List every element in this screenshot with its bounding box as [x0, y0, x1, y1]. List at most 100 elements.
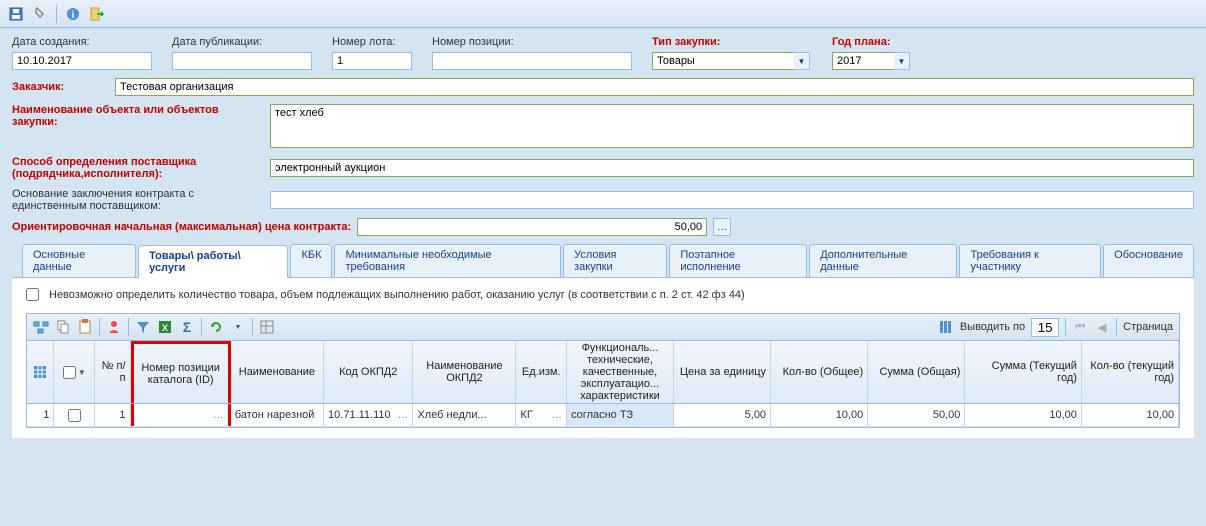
quantity-unknown-label: Невозможно определить количество товара,…	[49, 289, 745, 301]
form-area: Дата создания: Дата публикации: Номер ло…	[0, 28, 1206, 446]
lot-number-input[interactable]	[332, 52, 412, 70]
separator	[128, 318, 129, 336]
tab-extra[interactable]: Дополнительные данные	[809, 244, 957, 277]
prev-page-icon[interactable]: ◀	[1094, 319, 1110, 335]
cell-okpd2[interactable]: 10.71.11.110…	[324, 404, 413, 426]
col-okpd2-name[interactable]: Наименование ОКПД2	[413, 341, 516, 403]
cell-rownum: 1	[27, 404, 54, 426]
cell-name: батон нарезной	[231, 404, 324, 426]
cell-qty-year: 10,00	[1082, 404, 1179, 426]
col-okpd2[interactable]: Код ОКПД2	[324, 341, 413, 403]
cell-chars[interactable]: согласно ТЗ	[567, 404, 674, 426]
tab-conditions[interactable]: Условия закупки	[563, 244, 667, 277]
ellipsis-button[interactable]: …	[713, 218, 731, 236]
tab-justification[interactable]: Обоснование	[1103, 244, 1194, 277]
col-checkbox[interactable]: ▼	[54, 341, 95, 403]
col-unit[interactable]: Ед.изм.	[516, 341, 567, 403]
row-checkbox[interactable]	[68, 409, 81, 422]
label-date-created: Дата создания:	[12, 36, 152, 48]
sum-icon[interactable]: Σ	[179, 319, 195, 335]
data-grid: ▼ № п/п Номер позиции каталога (ID) Наим…	[26, 341, 1180, 428]
label-position-number: Номер позиции:	[432, 36, 632, 48]
grid-toolbar: X Σ ▼ Выводить по ⏮ ◀ Страница	[26, 313, 1180, 341]
table-row[interactable]: 1 1 … батон нарезной 10.71.11.110… Хлеб …	[27, 404, 1179, 427]
info-icon[interactable]: i	[65, 6, 81, 22]
tree-icon[interactable]	[33, 319, 49, 335]
cell-sum-year: 10,00	[965, 404, 1082, 426]
filter-icon[interactable]	[135, 319, 151, 335]
separator	[56, 5, 57, 23]
top-toolbar: i	[0, 0, 1206, 28]
exit-icon[interactable]	[89, 6, 105, 22]
col-catalog-id[interactable]: Номер позиции каталога (ID)	[131, 341, 231, 403]
cell-checkbox[interactable]	[54, 404, 95, 426]
single-supplier-input[interactable]	[270, 191, 1194, 209]
first-page-icon[interactable]: ⏮	[1072, 319, 1088, 335]
col-qty-year[interactable]: Кол-во (текущий год)	[1082, 341, 1179, 403]
separator	[99, 318, 100, 336]
excel-icon[interactable]: X	[157, 319, 173, 335]
label-single-supplier: Основание заключения контракта с единств…	[12, 188, 262, 212]
paste-icon[interactable]	[77, 319, 93, 335]
copy-icon[interactable]	[55, 319, 71, 335]
tab-basic[interactable]: Основные данные	[22, 244, 136, 277]
cell-okpd2-name: Хлеб недли...	[413, 404, 516, 426]
label-customer: Заказчик:	[12, 81, 107, 93]
tab-kbk[interactable]: КБК	[290, 244, 332, 277]
tab-content: Невозможно определить количество товара,…	[12, 278, 1194, 438]
label-purchase-type: Тип закупки:	[652, 36, 812, 48]
customer-input[interactable]	[115, 78, 1194, 96]
chevron-down-icon[interactable]: ▼	[794, 52, 810, 70]
purchase-type-input[interactable]	[652, 52, 794, 70]
svg-text:Σ: Σ	[183, 319, 191, 335]
label-date-published: Дата публикации:	[172, 36, 312, 48]
tab-goods[interactable]: Товары\ работы\ услуги	[138, 245, 288, 278]
supplier-method-input[interactable]	[270, 159, 1194, 177]
tab-min-req[interactable]: Минимальные необходимые требования	[334, 244, 561, 277]
quantity-unknown-checkbox[interactable]	[26, 288, 39, 301]
col-num[interactable]: № п/п	[95, 341, 130, 403]
col-sum-year[interactable]: Сумма (Текущий год)	[965, 341, 1082, 403]
chevron-down-icon[interactable]: ▼	[894, 52, 910, 70]
per-page-input[interactable]	[1031, 318, 1059, 337]
position-number-input[interactable]	[432, 52, 632, 70]
layout-icon[interactable]	[259, 319, 275, 335]
refresh-icon[interactable]	[208, 319, 224, 335]
separator	[201, 318, 202, 336]
object-name-input[interactable]: тест хлеб	[270, 104, 1194, 148]
col-qty[interactable]: Кол-во (Общее)	[771, 341, 868, 403]
col-price[interactable]: Цена за единицу	[674, 341, 771, 403]
cell-price: 5,00	[674, 404, 771, 426]
grid-header: ▼ № п/п Номер позиции каталога (ID) Наим…	[27, 341, 1179, 404]
label-supplier-method: Способ определения поставщика (подрядчик…	[12, 156, 262, 180]
label-plan-year: Год плана:	[832, 36, 912, 48]
price-input[interactable]	[357, 218, 707, 236]
cell-qty: 10,00	[771, 404, 868, 426]
svg-text:i: i	[72, 10, 75, 21]
plan-year-input[interactable]	[832, 52, 894, 70]
tab-stages[interactable]: Поэтапное исполнение	[669, 244, 807, 277]
separator	[252, 318, 253, 336]
separator	[1065, 318, 1066, 336]
label-lot-number: Номер лота:	[332, 36, 412, 48]
person-icon[interactable]	[106, 319, 122, 335]
tab-participant[interactable]: Требования к участнику	[959, 244, 1101, 277]
attachment-icon[interactable]	[32, 6, 48, 22]
date-created-input[interactable]	[12, 52, 152, 70]
label-price: Ориентировочная начальная (максимальная)…	[12, 221, 351, 233]
cell-unit[interactable]: КГ…	[516, 404, 567, 426]
chevron-down-icon[interactable]: ▼	[230, 319, 246, 335]
cell-sum: 50,00	[868, 404, 965, 426]
col-chars[interactable]: Функциональ... технические, качественные…	[567, 341, 674, 403]
separator	[1116, 318, 1117, 336]
tab-strip: Основные данные Товары\ работы\ услуги К…	[12, 244, 1194, 278]
select-all-checkbox[interactable]	[63, 366, 76, 379]
col-sum[interactable]: Сумма (Общая)	[868, 341, 965, 403]
col-grid-icon[interactable]	[27, 341, 54, 403]
columns-icon[interactable]	[938, 319, 954, 335]
date-published-input[interactable]	[172, 52, 312, 70]
save-icon[interactable]	[8, 6, 24, 22]
cell-catalog-id[interactable]: …	[131, 404, 231, 426]
col-name[interactable]: Наименование	[231, 341, 324, 403]
cell-num: 1	[95, 404, 130, 426]
